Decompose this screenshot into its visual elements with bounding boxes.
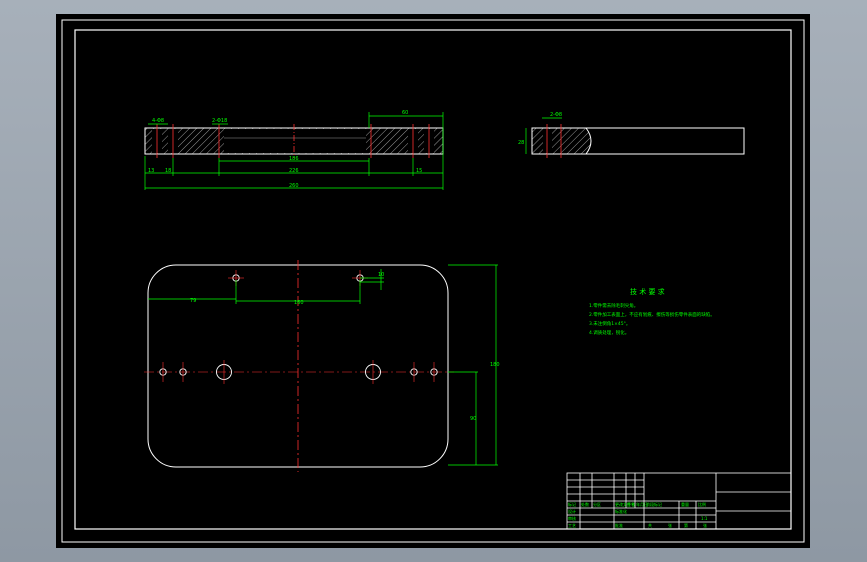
dim-4-holes: 4-Φ8 — [152, 118, 164, 124]
dim-28: 28 — [518, 140, 524, 146]
tb-zhongliang: 重量 — [681, 501, 689, 507]
tb-biaozhunhua: 标准化 — [615, 508, 627, 514]
dim-2-holes-side: 2-Φ8 — [550, 112, 562, 118]
dim-18: 18 — [165, 168, 171, 174]
tb-bili: 比例 — [698, 501, 706, 507]
dim-260: 260 — [289, 183, 299, 189]
tb-chushu: 处数 — [581, 501, 589, 507]
tb-sheji: 设计 — [568, 508, 576, 514]
front-view: 4-Φ8 2-Φ18 60 186 226 13 18 15 260 — [144, 110, 444, 190]
side-view: 2-Φ8 28 — [518, 112, 745, 158]
dim-15: 15 — [416, 168, 422, 174]
tb-jieduan: 阶段标记 — [646, 501, 662, 507]
tb-qianming: 签名 — [627, 501, 635, 507]
tech-line-3: 3.未注倒角1×45°。 — [589, 320, 630, 327]
cad-drawing: 4-Φ8 2-Φ18 60 186 226 13 18 15 260 2-Φ8 … — [61, 19, 805, 543]
cad-viewport[interactable]: 4-Φ8 2-Φ18 60 186 226 13 18 15 260 2-Φ8 … — [56, 14, 810, 548]
tb-pizhun: 批准 — [615, 522, 623, 528]
dim-160: 160 — [294, 300, 304, 306]
technical-requirements: 技 术 要 求 1.零件需去除毛刺尖角。 2.零件加工表面上，不应有划痕、擦伤等… — [589, 287, 715, 336]
dim-90: 90 — [470, 416, 476, 422]
tb-biaoji: 标记 — [568, 501, 576, 507]
dim-79: 79 — [190, 298, 196, 304]
inner-frame — [74, 29, 792, 530]
tb-scale: 1:1 — [701, 516, 708, 521]
dim-180: 180 — [490, 362, 500, 368]
title-block: 标记 处数 分区 更改文件号 签名 年月日 设计 标准化 审核 工艺 批准 阶段… — [566, 472, 792, 530]
plan-view: 79 160 10 180 90 — [144, 260, 500, 472]
dim-10: 10 — [378, 272, 384, 278]
tb-zhang-2: 张 — [703, 522, 707, 528]
dim-13: 13 — [148, 168, 154, 174]
tb-di: 第 — [684, 522, 688, 528]
tb-gongyi: 工艺 — [568, 523, 576, 528]
dim-60: 60 — [402, 110, 408, 116]
dim-186: 186 — [289, 156, 299, 162]
tech-line-2: 2.零件加工表面上，不应有划痕、擦伤等损伤零件表面的缺陷。 — [589, 311, 715, 318]
tb-fenqu: 分区 — [593, 501, 601, 507]
tb-zhang-1: 张 — [668, 522, 672, 528]
tb-gong: 共 — [648, 522, 652, 528]
dim-2-holes: 2-Φ18 — [212, 118, 227, 124]
tech-line-1: 1.零件需去除毛刺尖角。 — [589, 302, 638, 309]
tech-title: 技 术 要 求 — [630, 287, 665, 296]
dim-226: 226 — [289, 168, 299, 174]
tech-line-4: 4.调质处理，锐化。 — [589, 329, 629, 336]
tb-shenhe: 审核 — [568, 515, 576, 521]
